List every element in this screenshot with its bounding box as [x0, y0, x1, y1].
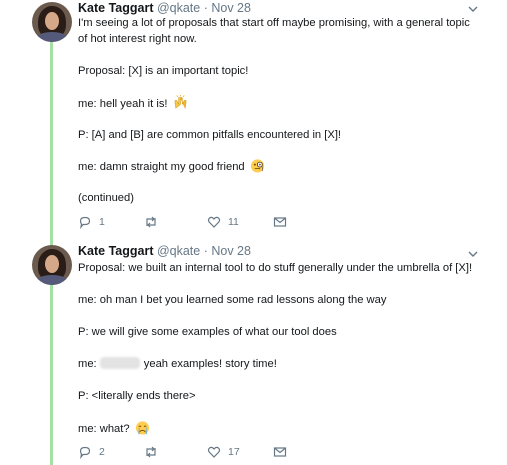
tweet-text-line: P: [A] and [B] are common pitfalls encou… [78, 129, 342, 141]
reply-icon [79, 446, 91, 459]
retweet-button[interactable] [144, 214, 158, 230]
reply-button[interactable]: 1 [78, 214, 105, 230]
author-name[interactable]: Kate Taggart [78, 1, 153, 15]
tweet-actions: 1 11 [78, 214, 298, 230]
like-count: 11 [228, 216, 239, 228]
tweet-text-line: Proposal: we built an internal tool to d… [78, 262, 473, 274]
tweet-actions: 2 17 [78, 444, 298, 460]
tweet-text-line: (continued) [78, 192, 134, 204]
chevron-down-icon[interactable] [466, 2, 480, 16]
tweet-text-line: I'm seeing a lot of proposals that start… [78, 17, 470, 29]
tweet-text-line: P: <literally ends there> [78, 390, 196, 402]
tweet-text-line: Proposal: [X] is an important topic! [78, 65, 249, 77]
chevron-down-icon[interactable] [466, 247, 480, 261]
tweet-date[interactable]: Nov 28 [211, 1, 251, 15]
envelope-icon [273, 447, 287, 457]
heart-icon [207, 216, 221, 228]
reply-count: 1 [99, 216, 105, 228]
tweet-header: Kate Taggart @qkate · Nov 28 [78, 244, 251, 258]
like-count: 17 [228, 446, 240, 458]
envelope-icon [273, 217, 287, 227]
reply-count: 2 [99, 446, 105, 458]
avatar[interactable] [32, 2, 72, 42]
tweet-text-line: me: yeah examples! story time! [78, 357, 277, 370]
crying-face-emoji [135, 421, 149, 435]
tweet-text-line: me: damn straight my good friend [78, 158, 265, 175]
author-handle[interactable]: @qkate [157, 1, 200, 15]
tweet-text-line: me: hell yeah it is! [78, 95, 188, 112]
redacted-text [99, 357, 140, 369]
author-name[interactable]: Kate Taggart [78, 244, 153, 258]
author-handle[interactable]: @qkate [157, 244, 200, 258]
like-button[interactable]: 17 [207, 444, 240, 460]
reply-button[interactable]: 2 [78, 444, 105, 460]
retweet-icon [146, 446, 156, 458]
tweet-text-line: of hot interest right now. [78, 33, 197, 45]
retweet-icon [146, 216, 156, 228]
tweet-text-line: me: what? [78, 420, 150, 437]
direct-message-button[interactable] [273, 214, 287, 230]
raised-hands-emoji [174, 95, 187, 110]
retweet-button[interactable] [144, 444, 158, 460]
tweet-date[interactable]: Nov 28 [211, 244, 251, 258]
heart-icon [207, 446, 221, 458]
direct-message-button[interactable] [273, 444, 287, 460]
avatar[interactable] [32, 245, 72, 285]
tweet-text-line: P: we will give some examples of what ou… [78, 326, 337, 338]
reply-icon [79, 216, 91, 229]
tweet-header: Kate Taggart @qkate · Nov 28 [78, 1, 251, 15]
like-button[interactable]: 11 [207, 214, 239, 230]
tweet-text-line: me: oh man I bet you learned some rad le… [78, 294, 387, 306]
monocle-face-emoji [250, 159, 264, 173]
